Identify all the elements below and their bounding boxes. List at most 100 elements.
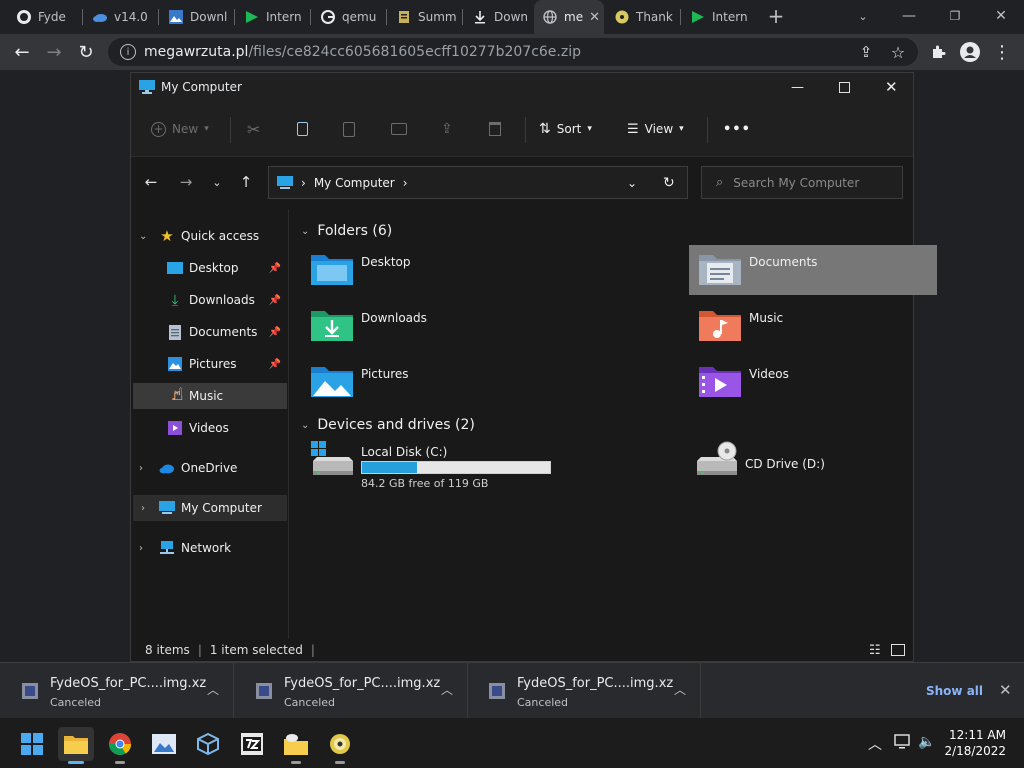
download-item-1[interactable]: FydeOS_for_PC....img.xz Canceled ︿ [236, 663, 468, 719]
pin-icon[interactable]: 📌 [269, 327, 281, 338]
url-bar[interactable]: i megawrzuta.pl/files/ce824cc605681605ec… [108, 38, 918, 66]
chevron-up-icon[interactable]: ︿ [674, 681, 686, 698]
close-window-icon[interactable]: ✕ [978, 0, 1024, 32]
volume-icon[interactable]: 🔈 [918, 734, 935, 750]
back-arrow-icon[interactable]: ← [139, 170, 163, 194]
browser-tab-6[interactable]: Down [464, 0, 536, 34]
folder-tile-documents[interactable]: Documents [689, 245, 937, 295]
sidebar-quick-access[interactable]: ⌄ ★ Quick access [131, 223, 287, 249]
folder-tile-desktop[interactable]: Desktop [301, 245, 549, 295]
sidebar-item-videos[interactable]: Videos [133, 415, 287, 441]
browser-tab-5[interactable]: Summ [388, 0, 460, 34]
details-view-icon[interactable]: ☷ [869, 643, 881, 658]
restore-icon[interactable]: ❐ [932, 0, 978, 32]
rename-button[interactable] [391, 115, 407, 143]
search-input[interactable]: ⌕ Search My Computer [701, 166, 903, 199]
sort-button[interactable]: ⇅ Sort ▾ [539, 115, 592, 143]
chevron-down-icon[interactable]: ⌄ [139, 231, 147, 242]
browser-tab-1[interactable]: v14.0 [84, 0, 156, 34]
drive-tile-d[interactable]: CD Drive (D:) [695, 441, 915, 491]
browser-tab-active[interactable]: me ✕ [534, 0, 604, 34]
folder-tile-music[interactable]: Music [689, 301, 937, 351]
browser-tab-3[interactable]: Intern [236, 0, 308, 34]
drive-tile-c[interactable]: Local Disk (C:) 84.2 GB free of 119 GB [311, 439, 561, 490]
sidebar-item-documents[interactable]: Documents 📌 [133, 319, 287, 345]
folders-group-header[interactable]: ⌄ Folders (6) [301, 221, 392, 241]
view-button[interactable]: ☰ View ▾ [627, 115, 684, 143]
delete-button[interactable] [489, 115, 501, 143]
breadcrumb-chevron-icon[interactable]: › [301, 176, 306, 190]
up-arrow-icon[interactable]: ↑ [234, 170, 258, 194]
sidebar-item-pictures[interactable]: Pictures 📌 [133, 351, 287, 377]
maximize-icon[interactable] [839, 81, 850, 93]
sidebar-item-network[interactable]: › Network [131, 535, 287, 561]
network-monitor-icon[interactable] [894, 734, 912, 754]
browser-tab-4[interactable]: qemu [312, 0, 384, 34]
sidebar-item-my-computer[interactable]: › My Computer [133, 495, 287, 521]
close-window-icon[interactable]: ✕ [885, 78, 898, 96]
show-all-button[interactable]: Show all [926, 684, 983, 698]
pin-icon[interactable]: 📌 [269, 263, 281, 274]
address-history-chevron-icon[interactable]: ⌄ [627, 176, 637, 190]
chevron-up-icon[interactable]: ︿ [441, 681, 453, 698]
taskbar-chrome[interactable] [102, 727, 138, 764]
browser-tab-2[interactable]: Downl [160, 0, 232, 34]
close-tab-icon[interactable]: ✕ [589, 10, 604, 25]
taskbar-app[interactable] [278, 727, 314, 764]
folder-tile-downloads[interactable]: Downloads [301, 301, 549, 351]
sidebar-item-music[interactable]: ♪ Music ☝ [133, 383, 287, 409]
recent-locations-chevron-icon[interactable]: ⌄ [205, 170, 229, 194]
tiles-view-icon[interactable] [891, 644, 905, 656]
folder-tile-pictures[interactable]: Pictures [301, 357, 549, 407]
browser-menu-icon[interactable]: ⋮ [988, 38, 1016, 66]
copy-button[interactable] [297, 115, 308, 143]
pin-icon[interactable]: 📌 [269, 295, 281, 306]
more-options-button[interactable]: ••• [723, 115, 751, 143]
start-button[interactable] [14, 727, 50, 761]
close-shelf-icon[interactable]: ✕ [999, 681, 1012, 699]
cut-button[interactable]: ✂ [247, 115, 260, 143]
profile-avatar-icon[interactable] [956, 38, 984, 66]
forward-arrow-icon[interactable]: → [40, 38, 68, 66]
download-item-0[interactable]: FydeOS_for_PC....img.xz Canceled ︿ [2, 663, 234, 719]
address-bar[interactable]: › My Computer › ⌄ ↻ [268, 166, 688, 199]
download-item-2[interactable]: FydeOS_for_PC....img.xz Canceled ︿ [469, 663, 701, 719]
chevron-right-icon[interactable]: › [139, 463, 143, 474]
extensions-puzzle-icon[interactable] [924, 38, 952, 66]
chevron-up-icon[interactable]: ︿ [207, 681, 219, 698]
folder-tile-videos[interactable]: Videos [689, 357, 937, 407]
paste-button[interactable] [343, 115, 355, 143]
chevron-right-icon[interactable]: › [139, 543, 143, 554]
browser-tab-8[interactable]: Thank [606, 0, 678, 34]
tab-search-chevron-icon[interactable]: ⌄ [840, 0, 886, 32]
system-clock[interactable]: 12:11 AM 2/18/2022 [944, 727, 1006, 759]
bookmark-star-icon[interactable]: ☆ [884, 38, 912, 66]
sidebar-item-downloads[interactable]: ⤓ Downloads 📌 [133, 287, 287, 313]
browser-tab-9[interactable]: Intern [682, 0, 754, 34]
reload-icon[interactable]: ↻ [72, 38, 100, 66]
chevron-right-icon[interactable]: › [141, 503, 145, 514]
sidebar-item-desktop[interactable]: Desktop 📌 [133, 255, 287, 281]
forward-arrow-icon[interactable]: → [174, 170, 198, 194]
share-button[interactable]: ⇪ [441, 115, 453, 143]
taskbar-photos[interactable] [146, 727, 182, 761]
new-tab-icon[interactable]: + [754, 0, 798, 32]
info-icon[interactable]: i [120, 44, 136, 60]
minimize-icon[interactable]: — [791, 80, 804, 95]
taskbar-virtualbox[interactable] [190, 727, 226, 761]
show-hidden-icons-chevron-icon[interactable]: ︿ [868, 734, 882, 754]
taskbar-7zip[interactable] [234, 727, 270, 761]
minimize-icon[interactable]: — [886, 0, 932, 32]
breadcrumb-chevron-icon[interactable]: › [403, 176, 408, 190]
new-button[interactable]: + New ▾ [151, 115, 209, 143]
taskbar-disc-app[interactable] [322, 727, 358, 764]
sidebar-item-onedrive[interactable]: › OneDrive [131, 455, 287, 481]
back-arrow-icon[interactable]: ← [8, 38, 36, 66]
breadcrumb-my-computer[interactable]: My Computer [314, 176, 395, 190]
share-icon[interactable]: ⇪ [852, 38, 880, 66]
browser-tab-0[interactable]: Fyde [8, 0, 80, 34]
pin-icon[interactable]: 📌 [269, 359, 281, 370]
taskbar-file-explorer[interactable] [58, 727, 94, 764]
drives-group-header[interactable]: ⌄ Devices and drives (2) [301, 415, 475, 435]
refresh-icon[interactable]: ↻ [663, 175, 675, 191]
